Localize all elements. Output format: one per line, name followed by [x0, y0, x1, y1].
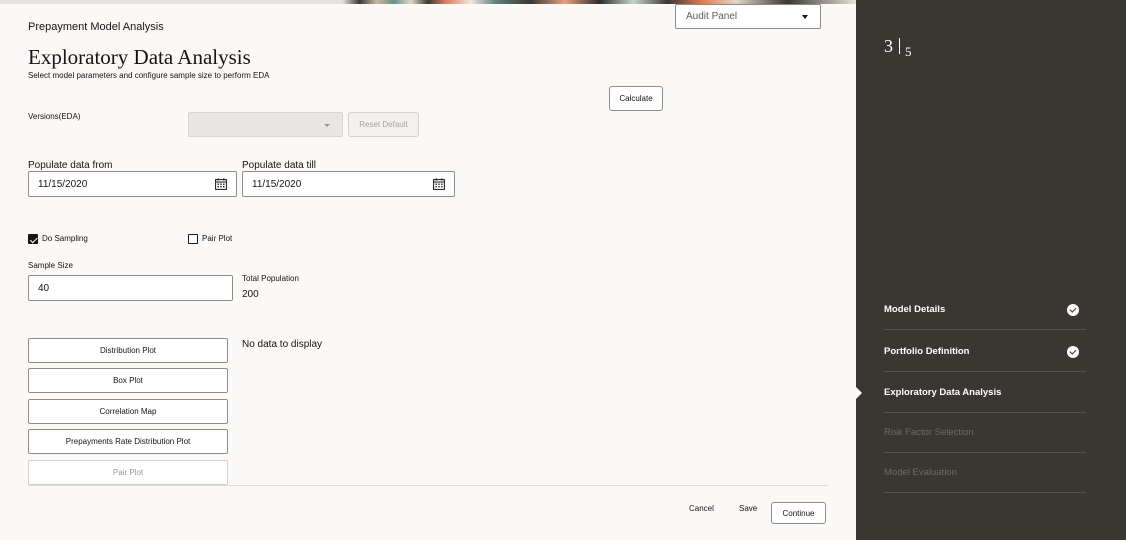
step-risk-factor-selection[interactable]: Risk Factor Selection [884, 413, 1086, 453]
app-title: Prepayment Model Analysis [28, 21, 164, 33]
no-data-message: No data to display [242, 339, 323, 350]
populate-from-field[interactable]: 11/15/2020 [28, 171, 237, 197]
step-label: Risk Factor Selection [884, 427, 974, 438]
distribution-plot-button[interactable]: Distribution Plot [28, 338, 228, 363]
save-button[interactable]: Save [739, 504, 757, 513]
step-exploratory-data-analysis[interactable]: Exploratory Data Analysis [884, 373, 1086, 413]
total-population-value: 200 [242, 289, 259, 300]
current-step-pointer-icon [856, 387, 862, 399]
pair-plot-checkbox[interactable] [188, 234, 198, 244]
prepayments-rate-distribution-plot-button[interactable]: Prepayments Rate Distribution Plot [28, 429, 228, 454]
caret-down-icon [802, 15, 808, 19]
step-label: Model Details [884, 304, 946, 315]
do-sampling-label[interactable]: Do Sampling [42, 234, 88, 243]
check-circle-icon [1067, 346, 1079, 358]
cancel-button[interactable]: Cancel [689, 504, 714, 513]
step-separator [899, 38, 900, 54]
pair-plot-label[interactable]: Pair Plot [202, 234, 232, 243]
versions-label: Versions(EDA) [28, 112, 81, 121]
step-model-evaluation[interactable]: Model Evaluation [884, 453, 1086, 493]
populate-from-label: Populate data from [28, 160, 113, 171]
page-subtitle: Select model parameters and configure sa… [28, 71, 270, 80]
sample-size-input[interactable]: 40 [28, 275, 233, 301]
total-steps-number: 5 [905, 44, 912, 59]
pair-plot-button[interactable]: Pair Plot [28, 460, 228, 485]
audit-panel-label: Audit Panel [686, 11, 738, 22]
correlation-map-button[interactable]: Correlation Map [28, 399, 228, 424]
step-label: Exploratory Data Analysis [884, 387, 1002, 398]
sample-size-label: Sample Size [28, 261, 73, 270]
step-label: Model Evaluation [884, 467, 957, 478]
populate-till-value: 11/15/2020 [252, 178, 302, 190]
total-population-label: Total Population [242, 274, 299, 283]
main-panel: Prepayment Model Analysis Exploratory Da… [0, 0, 856, 540]
calendar-icon[interactable] [215, 178, 227, 190]
calendar-icon[interactable] [433, 178, 445, 190]
page-title: Exploratory Data Analysis [28, 45, 251, 69]
calculate-button[interactable]: Calculate [609, 86, 663, 111]
continue-button[interactable]: Continue [771, 502, 826, 524]
do-sampling-checkbox[interactable] [28, 234, 38, 244]
step-model-details[interactable]: Model Details [884, 290, 1086, 330]
step-portfolio-definition[interactable]: Portfolio Definition [884, 332, 1086, 372]
current-step-number: 3 [884, 36, 893, 56]
reset-default-button[interactable]: Reset Default [348, 112, 419, 137]
audit-panel-select[interactable]: Audit Panel [675, 4, 821, 29]
box-plot-button[interactable]: Box Plot [28, 368, 228, 393]
caret-down-icon [324, 124, 330, 127]
populate-from-value: 11/15/2020 [38, 178, 88, 190]
populate-till-label: Populate data till [242, 160, 316, 171]
check-circle-icon [1067, 304, 1079, 316]
versions-select[interactable] [188, 112, 343, 137]
step-label: Portfolio Definition [884, 346, 970, 357]
populate-till-field[interactable]: 11/15/2020 [242, 171, 455, 197]
sample-size-value: 40 [38, 282, 50, 294]
footer-divider [28, 485, 828, 486]
